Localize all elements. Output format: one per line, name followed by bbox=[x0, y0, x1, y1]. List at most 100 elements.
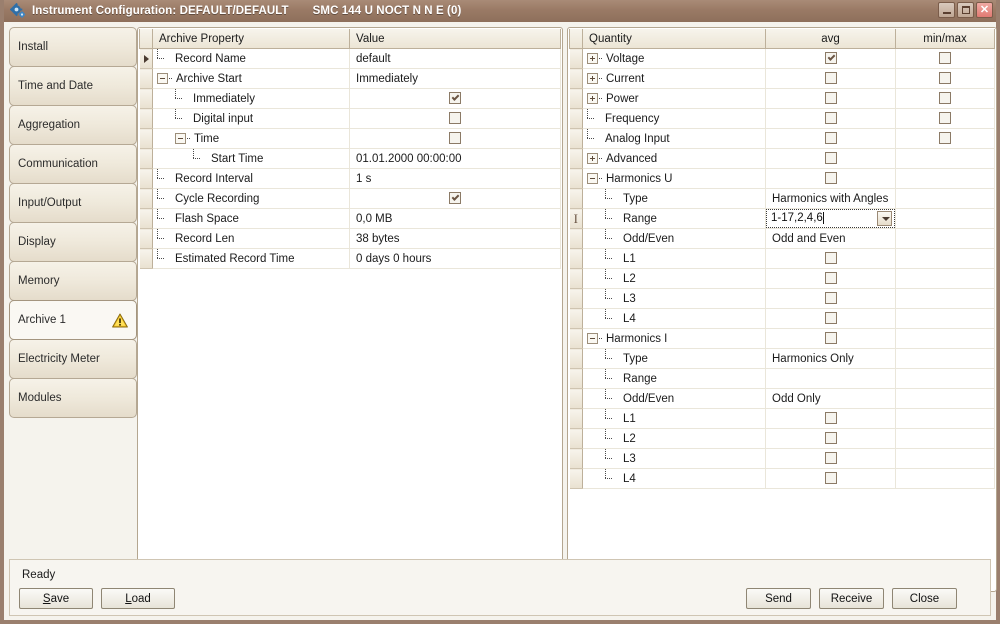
property-value-cell[interactable]: 1 s bbox=[349, 168, 561, 189]
save-button[interactable]: Save bbox=[19, 588, 93, 609]
table-row[interactable]: L1 bbox=[569, 408, 995, 429]
minmax-cell[interactable] bbox=[895, 148, 995, 169]
row-header-cell[interactable] bbox=[569, 168, 583, 189]
minmax-cell[interactable] bbox=[895, 328, 995, 349]
send-button[interactable]: Send bbox=[746, 588, 811, 609]
minmax-cell[interactable] bbox=[895, 168, 995, 189]
property-name-cell[interactable]: Cycle Recording bbox=[152, 188, 350, 209]
quantity-name-cell[interactable]: Odd/Even bbox=[582, 388, 766, 409]
checkbox-unchecked[interactable] bbox=[824, 272, 837, 285]
table-row[interactable]: Record Len 38 bytes bbox=[139, 228, 561, 249]
checkbox-unchecked[interactable] bbox=[939, 132, 951, 145]
range-combo-box[interactable]: 1-17,2,4,6 bbox=[766, 209, 895, 228]
avg-cell[interactable] bbox=[765, 148, 896, 169]
table-row[interactable]: L4 bbox=[569, 308, 995, 329]
row-header-cell[interactable] bbox=[139, 148, 153, 169]
property-name-cell[interactable]: Archive Start bbox=[152, 68, 350, 89]
checkbox-unchecked[interactable] bbox=[824, 72, 837, 85]
row-header-cell[interactable] bbox=[569, 88, 583, 109]
table-row[interactable]: Power bbox=[569, 88, 995, 109]
avg-cell[interactable]: Harmonics Only bbox=[765, 348, 896, 369]
property-name-cell[interactable]: Time bbox=[152, 128, 350, 149]
sidebar-item-electricity-meter[interactable]: Electricity Meter bbox=[9, 339, 137, 379]
avg-cell[interactable] bbox=[765, 248, 896, 269]
minmax-cell[interactable] bbox=[895, 468, 995, 489]
avg-cell[interactable] bbox=[765, 468, 896, 489]
avg-cell[interactable]: Odd and Even bbox=[765, 228, 896, 249]
row-header-cell[interactable] bbox=[139, 108, 153, 129]
table-row[interactable]: L2 bbox=[569, 428, 995, 449]
quantity-name-cell[interactable]: L3 bbox=[582, 448, 766, 469]
checkbox-unchecked[interactable] bbox=[939, 52, 951, 65]
table-row[interactable]: Odd/Even Odd Only bbox=[569, 388, 995, 409]
avg-cell[interactable] bbox=[765, 328, 896, 349]
checkbox-checked[interactable] bbox=[449, 192, 461, 205]
row-header-cell[interactable]: I bbox=[569, 208, 583, 229]
quantity-name-cell[interactable]: L1 bbox=[582, 408, 766, 429]
sidebar-item-memory[interactable]: Memory bbox=[9, 261, 137, 301]
sidebar-item-time-and-date[interactable]: Time and Date bbox=[9, 66, 137, 106]
property-name-cell[interactable]: Record Interval bbox=[152, 168, 350, 189]
table-row[interactable]: Immediately bbox=[139, 88, 561, 109]
property-name-cell[interactable]: Record Len bbox=[152, 228, 350, 249]
row-header-cell[interactable] bbox=[569, 128, 583, 149]
property-value-cell[interactable] bbox=[349, 88, 561, 109]
sidebar-item-modules[interactable]: Modules bbox=[9, 378, 137, 418]
archive-property-scroll[interactable]: Archive Property Value Record Name defaul… bbox=[139, 29, 561, 590]
sidebar-item-communication[interactable]: Communication bbox=[9, 144, 137, 184]
avg-cell[interactable] bbox=[765, 268, 896, 289]
table-row[interactable]: Flash Space 0,0 MB bbox=[139, 208, 561, 229]
table-row[interactable]: Range bbox=[569, 368, 995, 389]
row-header-cell[interactable] bbox=[569, 388, 583, 409]
minmax-cell[interactable] bbox=[895, 48, 995, 69]
checkbox-unchecked[interactable] bbox=[449, 112, 461, 125]
minimize-button[interactable] bbox=[938, 2, 955, 18]
quantity-name-cell[interactable]: L1 bbox=[582, 248, 766, 269]
checkbox-unchecked[interactable] bbox=[824, 292, 837, 305]
property-value-cell[interactable]: 0 days 0 hours bbox=[349, 248, 561, 269]
row-header-cell[interactable] bbox=[139, 128, 153, 149]
table-row[interactable]: L4 bbox=[569, 468, 995, 489]
row-header-cell[interactable] bbox=[569, 188, 583, 209]
close-button[interactable]: ✕ bbox=[976, 2, 993, 18]
row-header-cell[interactable] bbox=[569, 348, 583, 369]
quantity-name-cell[interactable]: Range bbox=[582, 368, 766, 389]
minmax-cell[interactable] bbox=[895, 248, 995, 269]
checkbox-unchecked[interactable] bbox=[824, 132, 837, 145]
avg-cell[interactable] bbox=[765, 368, 896, 389]
minmax-cell[interactable] bbox=[895, 228, 995, 249]
avg-cell[interactable] bbox=[765, 108, 896, 129]
minmax-cell[interactable] bbox=[895, 448, 995, 469]
table-row[interactable]: Analog Input bbox=[569, 128, 995, 149]
table-row[interactable]: Current bbox=[569, 68, 995, 89]
row-header-cell[interactable] bbox=[569, 248, 583, 269]
property-value-cell[interactable]: 0,0 MB bbox=[349, 208, 561, 229]
minmax-cell[interactable] bbox=[895, 348, 995, 369]
table-row[interactable]: Record Name default bbox=[139, 48, 561, 69]
property-value-cell[interactable]: default bbox=[349, 48, 561, 69]
row-header-cell[interactable] bbox=[569, 328, 583, 349]
avg-cell[interactable] bbox=[765, 448, 896, 469]
property-value-cell[interactable]: 01.01.2000 00:00:00 bbox=[349, 148, 561, 169]
avg-cell[interactable]: Harmonics with Angles bbox=[765, 188, 896, 209]
table-row[interactable]: L2 bbox=[569, 268, 995, 289]
checkbox-unchecked[interactable] bbox=[824, 332, 837, 345]
avg-cell[interactable]: 1-17,2,4,6 bbox=[765, 208, 896, 229]
checkbox-unchecked[interactable] bbox=[824, 112, 837, 125]
table-row[interactable]: Digital input bbox=[139, 108, 561, 129]
collapse-icon[interactable] bbox=[175, 133, 186, 144]
minmax-cell[interactable] bbox=[895, 288, 995, 309]
checkbox-unchecked[interactable] bbox=[824, 92, 837, 105]
sidebar-item-display[interactable]: Display bbox=[9, 222, 137, 262]
row-header-cell[interactable] bbox=[569, 468, 583, 489]
row-header-cell[interactable] bbox=[569, 268, 583, 289]
table-row[interactable]: Advanced bbox=[569, 148, 995, 169]
property-value-cell[interactable] bbox=[349, 188, 561, 209]
avg-cell[interactable] bbox=[765, 88, 896, 109]
avg-cell[interactable] bbox=[765, 428, 896, 449]
property-value-cell[interactable]: 38 bytes bbox=[349, 228, 561, 249]
row-header-cell[interactable] bbox=[569, 68, 583, 89]
table-row[interactable]: Frequency bbox=[569, 108, 995, 129]
row-header-cell[interactable] bbox=[139, 188, 153, 209]
property-name-cell[interactable]: Immediately bbox=[152, 88, 350, 109]
